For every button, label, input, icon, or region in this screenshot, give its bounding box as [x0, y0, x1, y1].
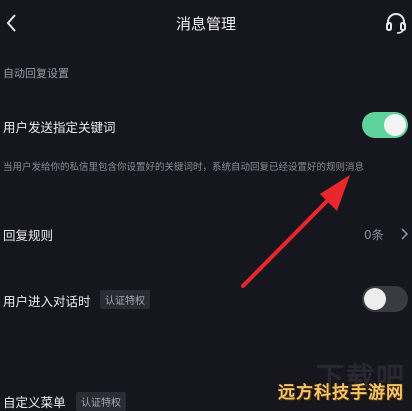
red-arrow-annotation	[241, 175, 350, 288]
watermark-overlay: 远方科技手游网	[278, 383, 404, 403]
